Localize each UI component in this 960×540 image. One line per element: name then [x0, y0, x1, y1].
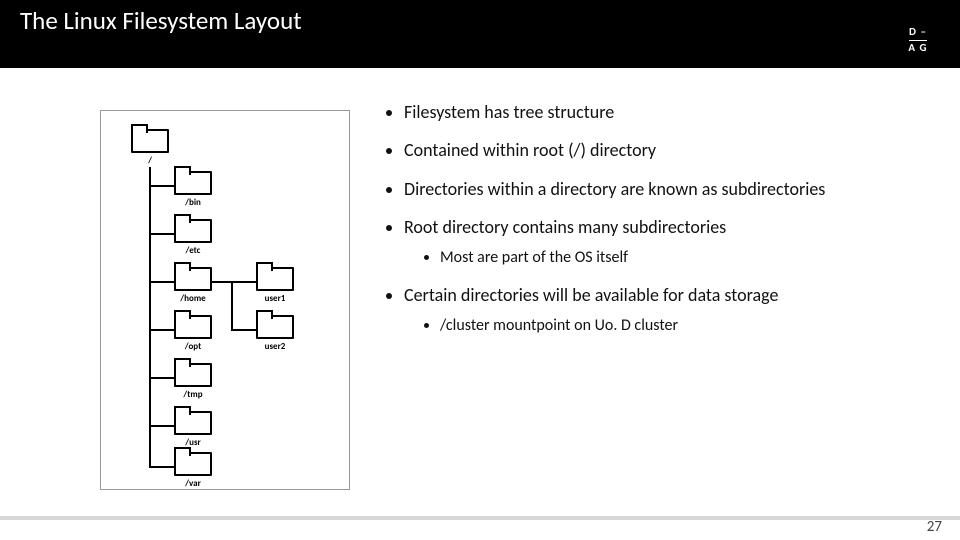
folder-icon: [256, 315, 294, 339]
tree-branch: [212, 281, 231, 283]
bullet-text: Root directory contains many subdirector…: [404, 216, 726, 238]
folder-user1: user1: [256, 267, 294, 304]
folder-icon: [174, 267, 212, 291]
tree-branch: [149, 185, 174, 187]
bullet-item: Filesystem has tree structure: [404, 100, 900, 124]
page-number: 27: [927, 518, 942, 536]
tree-branch: [149, 377, 174, 379]
folder-icon: [174, 219, 212, 243]
folder-home: /home: [174, 267, 212, 304]
folder-icon: [131, 129, 169, 153]
folder-icon: [256, 267, 294, 291]
tree-branch: [149, 329, 174, 331]
folder-label-user2: user2: [265, 341, 286, 352]
folder-label-opt: /opt: [185, 341, 201, 352]
folder-etc: /etc: [174, 219, 212, 256]
folder-user2: user2: [256, 315, 294, 352]
logo-bottom: A G: [908, 42, 927, 54]
folder-label-user1: user1: [265, 293, 286, 304]
tree-branch: [149, 233, 174, 235]
page-title: The Linux Filesystem Layout: [14, 3, 308, 38]
diagram-pane: / /bin /etc /home /opt: [0, 95, 340, 500]
folder-label-etc: /etc: [186, 245, 201, 256]
bullet-text: Filesystem has tree structure: [404, 101, 614, 123]
folder-label-home: /home: [180, 293, 205, 304]
folder-icon: [174, 452, 212, 476]
text-pane: Filesystem has tree structure Contained …: [340, 95, 960, 500]
sub-bullet-item: Most are part of the OS itself: [440, 247, 900, 269]
footer-bar: [0, 516, 960, 520]
bullet-text: Certain directories will be available fo…: [404, 284, 778, 306]
sub-bullet-text: /cluster mountpoint on Uo. D cluster: [440, 316, 678, 335]
sub-bullet-item: /cluster mountpoint on Uo. D cluster: [440, 315, 900, 337]
bullet-list: Filesystem has tree structure Contained …: [380, 100, 900, 337]
folder-icon: [174, 171, 212, 195]
folder-opt: /opt: [174, 315, 212, 352]
folder-icon: [174, 411, 212, 435]
tree-branch: [149, 281, 174, 283]
filesystem-tree-diagram: / /bin /etc /home /opt: [100, 110, 350, 490]
folder-label-var: /var: [185, 478, 201, 489]
folder-root: /: [131, 129, 169, 166]
bullet-item: Directories within a directory are known…: [404, 177, 900, 201]
folder-label-tmp: /tmp: [183, 389, 202, 400]
tree-branch: [149, 425, 174, 427]
tree-trunk-home: [231, 281, 233, 331]
tree-branch: [231, 329, 256, 331]
logo-top: D –: [909, 26, 927, 38]
bullet-item: Certain directories will be available fo…: [404, 283, 900, 337]
sub-bullet-text: Most are part of the OS itself: [440, 248, 628, 267]
folder-label-root: /: [148, 155, 152, 166]
tree-branch: [149, 466, 174, 468]
sub-bullet-list: /cluster mountpoint on Uo. D cluster: [404, 315, 900, 337]
folder-label-bin: /bin: [185, 197, 201, 208]
folder-var: /var: [174, 452, 212, 489]
bullet-text: Contained within root (/) directory: [404, 139, 656, 161]
content-area: / /bin /etc /home /opt: [0, 95, 960, 500]
tree-branch: [231, 281, 256, 283]
tree-trunk: [149, 167, 151, 467]
sub-bullet-list: Most are part of the OS itself: [404, 247, 900, 269]
title-bar: The Linux Filesystem Layout D – A G: [0, 0, 960, 68]
bullet-item: Root directory contains many subdirector…: [404, 215, 900, 269]
bullet-item: Contained within root (/) directory: [404, 138, 900, 162]
folder-icon: [174, 363, 212, 387]
folder-tmp: /tmp: [174, 363, 212, 400]
folder-icon: [174, 315, 212, 339]
bullet-text: Directories within a directory are known…: [404, 178, 825, 200]
folder-usr: /usr: [174, 411, 212, 448]
logo: D – A G: [896, 18, 940, 62]
folder-bin: /bin: [174, 171, 212, 208]
